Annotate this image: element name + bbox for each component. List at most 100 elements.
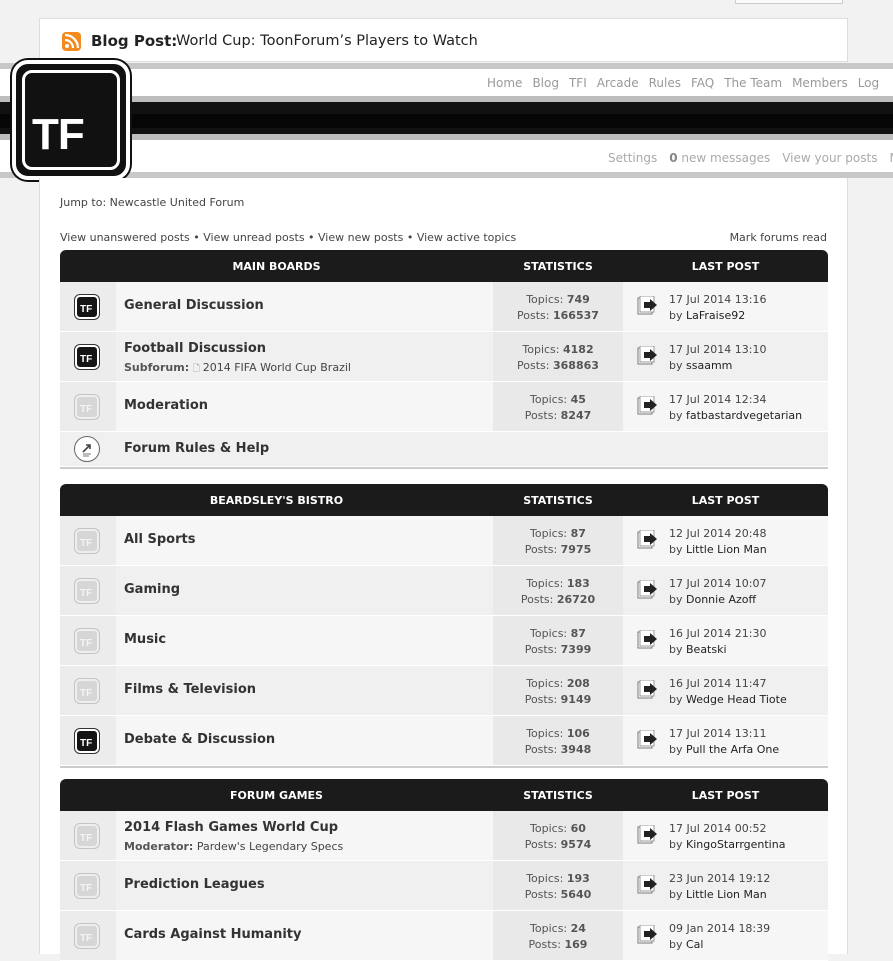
last-post-date: 17 Jul 2014 13:11 xyxy=(669,727,767,740)
mark-forums-read-link[interactable]: Mark forums read xyxy=(730,231,827,244)
settings-link[interactable]: Settings xyxy=(608,151,657,165)
last-post-user-link[interactable]: Wedge Head Tiote xyxy=(686,693,787,706)
forum-row: TF Moderation Topics: 45 Posts: 8247 17 Jul … xyxy=(60,382,828,432)
posts-label: Posts: xyxy=(524,693,558,706)
jump-to-link[interactable]: Jump to: Newcastle United Forum xyxy=(60,196,244,209)
view-latest-post-icon[interactable] xyxy=(637,824,659,845)
topics-count: Topics: 749 xyxy=(493,293,623,306)
by-label: by xyxy=(669,359,683,372)
nav-login[interactable]: Log xyxy=(858,76,879,90)
nav-faq[interactable]: FAQ xyxy=(691,76,714,90)
forum-title-link[interactable]: Forum Rules & Help xyxy=(124,441,269,456)
last-post-user-link[interactable]: LaFraise92 xyxy=(686,309,745,322)
moderator-link[interactable]: Pardew's Legendary Specs xyxy=(197,840,343,853)
view-latest-post-icon[interactable] xyxy=(637,874,659,895)
view-your-posts-link[interactable]: View your posts xyxy=(782,151,877,165)
forum-stats-cell xyxy=(493,332,623,381)
category-title[interactable]: BEARDSLEY'S BISTRO xyxy=(60,494,493,507)
nav-rules[interactable]: Rules xyxy=(649,76,681,90)
last-post-date: 12 Jul 2014 20:48 xyxy=(669,527,767,540)
forum-icon-text: TF xyxy=(80,404,93,415)
last-post-user-link[interactable]: fatbastardvegetarian xyxy=(686,409,802,422)
nav-blog[interactable]: Blog xyxy=(532,76,559,90)
forum-title-link[interactable]: Music xyxy=(124,632,166,647)
last-post-author: by ssaamm xyxy=(669,359,732,372)
topics-value: 183 xyxy=(566,577,590,590)
forum-title-link[interactable]: Moderation xyxy=(124,398,208,413)
subforum-link[interactable]: 2014 FIFA World Cup Brazil xyxy=(203,361,351,374)
view-latest-post-icon[interactable] xyxy=(637,924,659,945)
topics-count: Topics: 45 xyxy=(493,393,623,406)
last-post-user-link[interactable]: ssaamm xyxy=(686,359,732,372)
view-latest-post-icon[interactable] xyxy=(637,629,659,650)
forum-read-icon: TF xyxy=(75,579,99,603)
forum-title-link[interactable]: Gaming xyxy=(124,582,180,597)
view-latest-post-icon[interactable] xyxy=(637,295,659,316)
messages-link[interactable]: 0 new messages xyxy=(669,151,770,165)
logo-text: TF xyxy=(32,110,85,159)
subnav-more-link[interactable]: M xyxy=(889,151,893,165)
by-label: by xyxy=(669,409,683,422)
last-post-author: by Little Lion Man xyxy=(669,888,767,901)
search-links[interactable]: View unanswered posts • View unread post… xyxy=(60,231,516,244)
forum-title-link[interactable]: Prediction Leagues xyxy=(124,877,265,892)
forum-read-icon: TF xyxy=(75,924,99,948)
by-label: by xyxy=(669,693,683,706)
nav-arcade[interactable]: Arcade xyxy=(597,76,639,90)
by-label: by xyxy=(669,543,683,556)
site-logo[interactable]: TF xyxy=(12,60,130,180)
forum-unread-icon: TF xyxy=(75,295,99,319)
topics-value: 749 xyxy=(566,293,590,306)
last-post-user-link[interactable]: Donnie Azoff xyxy=(686,593,756,606)
forum-row: TF Films & Television Topics: 208 Posts: 91… xyxy=(60,666,828,716)
topics-label: Topics: xyxy=(530,627,568,640)
category-title[interactable]: MAIN BOARDS xyxy=(60,260,493,273)
forum-title-link[interactable]: Films & Television xyxy=(124,682,256,697)
forum-title-link[interactable]: All Sports xyxy=(124,532,195,547)
nav-members[interactable]: Members xyxy=(792,76,848,90)
last-post-user-link[interactable]: Little Lion Man xyxy=(686,888,767,901)
last-post-date: 17 Jul 2014 00:52 xyxy=(669,822,767,835)
view-latest-post-icon[interactable] xyxy=(637,345,659,366)
nav-home[interactable]: Home xyxy=(487,76,522,90)
forum-title-link[interactable]: Debate & Discussion xyxy=(124,732,275,747)
nav-tfi[interactable]: TFI xyxy=(569,76,587,90)
forum-title-link[interactable]: 2014 Flash Games World Cup xyxy=(124,820,338,835)
link-icon xyxy=(74,436,100,462)
view-latest-post-icon[interactable] xyxy=(637,395,659,416)
blog-label: Blog Post: xyxy=(91,32,178,50)
last-post-user-link[interactable]: Cal xyxy=(686,938,703,951)
posts-value: 8247 xyxy=(560,409,592,422)
view-latest-post-icon[interactable] xyxy=(637,529,659,550)
forum-unread-icon: TF xyxy=(75,345,99,369)
last-post-user-link[interactable]: Pull the Arfa One xyxy=(686,743,779,756)
view-latest-post-icon[interactable] xyxy=(637,579,659,600)
forum-read-icon: TF xyxy=(75,395,99,419)
topics-value: 193 xyxy=(566,872,590,885)
category-footer xyxy=(60,467,828,469)
view-latest-post-icon[interactable] xyxy=(637,729,659,750)
view-latest-post-icon[interactable] xyxy=(637,679,659,700)
last-post-user-link[interactable]: Little Lion Man xyxy=(686,543,767,556)
topics-label: Topics: xyxy=(530,393,568,406)
posts-count: Posts: 9149 xyxy=(493,693,623,706)
forum-title-link[interactable]: Football Discussion xyxy=(124,341,266,356)
last-post-author: by Cal xyxy=(669,938,703,951)
topics-value: 208 xyxy=(566,677,590,690)
forum-title-link[interactable]: General Discussion xyxy=(124,298,264,313)
forum-row: TF 2014 Flash Games World Cup Moderator: P… xyxy=(60,811,828,861)
forum-row: TF Gaming Topics: 183 Posts: 26720 17 Jul 20… xyxy=(60,566,828,616)
category-title[interactable]: FORUM GAMES xyxy=(60,789,493,802)
last-post-user-link[interactable]: KingoStarrgentina xyxy=(686,838,785,851)
topics-value: 24 xyxy=(570,922,586,935)
forum-row: TF Music Topics: 87 Posts: 7399 16 Jul 2014 … xyxy=(60,616,828,666)
nav-the-team[interactable]: The Team xyxy=(724,76,782,90)
last-post-user-link[interactable]: Beatski xyxy=(686,643,727,656)
blog-announcement-bar[interactable]: Blog Post: World Cup: ToonForum’s Player… xyxy=(39,18,848,62)
last-post-date: 23 Jun 2014 19:12 xyxy=(669,872,771,885)
blog-title-link[interactable]: World Cup: ToonForum’s Players to Watch xyxy=(176,33,478,49)
last-post-author: by Donnie Azoff xyxy=(669,593,756,606)
forum-icon-text: TF xyxy=(80,588,93,599)
forum-title-link[interactable]: Cards Against Humanity xyxy=(124,927,301,942)
forum-category: MAIN BOARDS STATISTICS LAST POST TF General … xyxy=(60,250,828,469)
